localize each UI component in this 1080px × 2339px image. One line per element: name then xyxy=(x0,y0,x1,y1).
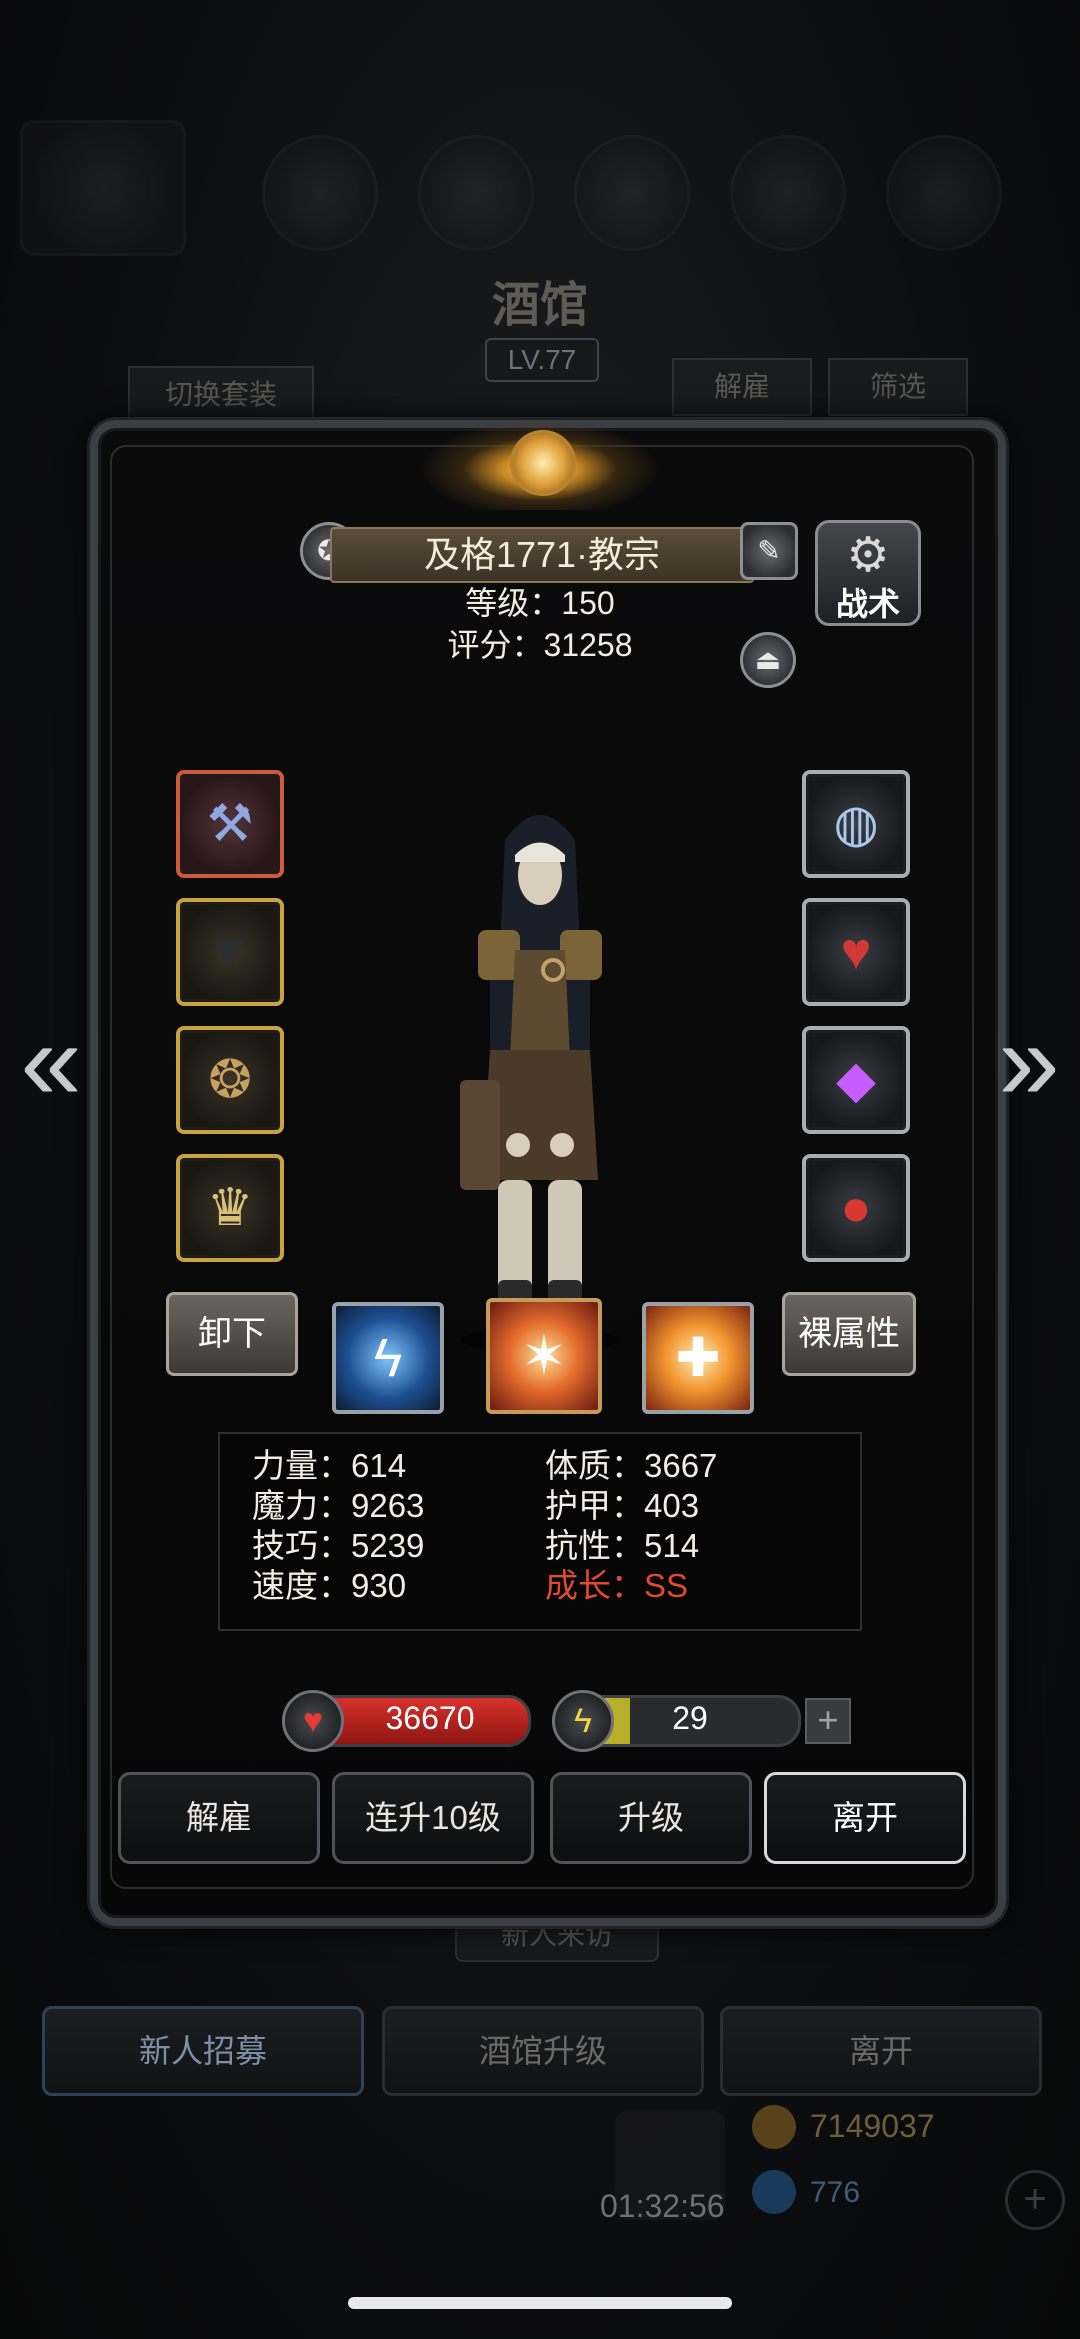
stat-resistance: 抗性：514 xyxy=(545,1527,700,1564)
equip-slot-stone[interactable]: ● xyxy=(802,1154,910,1262)
gold-amount: 7149037 xyxy=(810,2108,935,2144)
bg-menu-icon xyxy=(574,135,690,251)
tavern-level: LV.77 xyxy=(485,338,599,382)
stat-growth: 成长：SS xyxy=(545,1567,689,1604)
stat-constitution: 体质：3667 xyxy=(545,1447,718,1484)
bg-leave-button: 离开 xyxy=(720,2006,1042,2096)
skill-slot-3[interactable]: ✚ xyxy=(642,1302,754,1414)
crown-icon: ♛ xyxy=(206,1179,254,1237)
recruit-button: 新人招募 xyxy=(42,2006,364,2096)
weapon-scythe-icon: ⚒ xyxy=(206,795,254,853)
equip-slot-crystal[interactable]: ◆ xyxy=(802,1026,910,1134)
bg-add-icon: + xyxy=(1005,2170,1065,2230)
bg-menu-icon xyxy=(730,135,846,251)
base-attributes-button[interactable]: 裸属性 xyxy=(782,1292,916,1376)
avatar-frame xyxy=(20,120,186,256)
stats-panel: 力量：614 体质：3667 魔力：9263 护甲：403 技巧：5239 抗性… xyxy=(218,1432,862,1631)
hero-name: 及格1771·教宗 xyxy=(330,527,754,583)
equip-slot-ring[interactable]: ◍ xyxy=(802,770,910,878)
red-stone-icon: ● xyxy=(840,1179,872,1237)
background-top-icons xyxy=(0,120,1080,260)
unequip-button[interactable]: 卸下 xyxy=(166,1292,298,1376)
equip-slot-crown[interactable]: ♛ xyxy=(176,1154,284,1262)
holy-gate-skill-icon: ✚ xyxy=(675,1328,721,1388)
gem-amount: 776 xyxy=(810,2176,861,2209)
hp-value: 36670 xyxy=(385,1700,475,1736)
stat-speed: 速度：930 xyxy=(252,1567,407,1604)
dismiss-button[interactable]: 解雇 xyxy=(118,1772,320,1864)
edit-name-icon[interactable]: ✎ xyxy=(740,522,798,580)
next-hero-arrow-icon[interactable]: » xyxy=(994,1007,1064,1122)
leave-button[interactable]: 离开 xyxy=(764,1772,966,1864)
bg-menu-icon xyxy=(886,135,1002,251)
bg-timer: 01:32:56 xyxy=(600,2188,725,2224)
level-up-button[interactable]: 升级 xyxy=(550,1772,752,1864)
heart-gem-icon: ♥ xyxy=(840,923,872,981)
equip-slot-necklace[interactable]: ❂ xyxy=(176,1026,284,1134)
tactics-label: 战术 xyxy=(835,586,900,622)
starburst-skill-icon: ✶ xyxy=(521,1326,567,1386)
lightning-icon: ϟ xyxy=(552,1690,614,1752)
gem-icon xyxy=(752,2170,796,2214)
armor-cloak-icon: ▼ xyxy=(204,923,256,981)
lightning-skill-icon: ϟ xyxy=(373,1328,403,1388)
bg-filter-button: 筛选 xyxy=(828,358,968,416)
hero-level: 等级：150 xyxy=(465,585,615,621)
stat-skill: 技巧：5239 xyxy=(252,1527,425,1564)
home-indicator[interactable] xyxy=(348,2297,732,2309)
switch-outfit-button: 切换套装 xyxy=(128,366,314,424)
tavern-upgrade-button: 酒馆升级 xyxy=(382,2006,704,2096)
purple-crystal-icon: ◆ xyxy=(836,1051,876,1109)
equip-slot-amulet[interactable]: ♥ xyxy=(802,898,910,1006)
stat-armor: 护甲：403 xyxy=(545,1487,700,1524)
equip-slot-armor[interactable]: ▼ xyxy=(176,898,284,1006)
add-energy-button[interactable]: + xyxy=(805,1698,851,1744)
tactics-button[interactable]: ⚙ 战术 xyxy=(815,520,921,626)
hero-score: 评分：31258 xyxy=(447,627,633,663)
gold-coin-icon xyxy=(752,2105,796,2149)
energy-value: 29 xyxy=(672,1700,708,1736)
gear-icon: ⚙ xyxy=(846,529,890,582)
bg-menu-icon xyxy=(418,135,534,251)
stat-magic: 魔力：9263 xyxy=(252,1487,425,1524)
ring-icon: ◍ xyxy=(833,795,879,853)
prev-hero-arrow-icon[interactable]: « xyxy=(16,1007,86,1122)
heart-icon: ♥ xyxy=(282,1690,344,1752)
bg-menu-icon xyxy=(262,135,378,251)
necklace-icon: ❂ xyxy=(208,1051,252,1109)
level-up-10-button[interactable]: 连升10级 xyxy=(332,1772,534,1864)
bg-dismiss-button: 解雇 xyxy=(672,358,812,416)
crest-emblem-icon xyxy=(510,430,576,496)
stat-strength: 力量：614 xyxy=(252,1447,407,1484)
equip-slot-weapon[interactable]: ⚒ xyxy=(176,770,284,878)
skill-slot-2[interactable]: ✶ xyxy=(486,1298,602,1414)
tavern-title: 酒馆 xyxy=(491,279,588,332)
hero-character-image xyxy=(460,815,620,1352)
skill-slot-1[interactable]: ϟ xyxy=(332,1302,444,1414)
upload-icon[interactable]: ⏏ xyxy=(740,632,796,688)
